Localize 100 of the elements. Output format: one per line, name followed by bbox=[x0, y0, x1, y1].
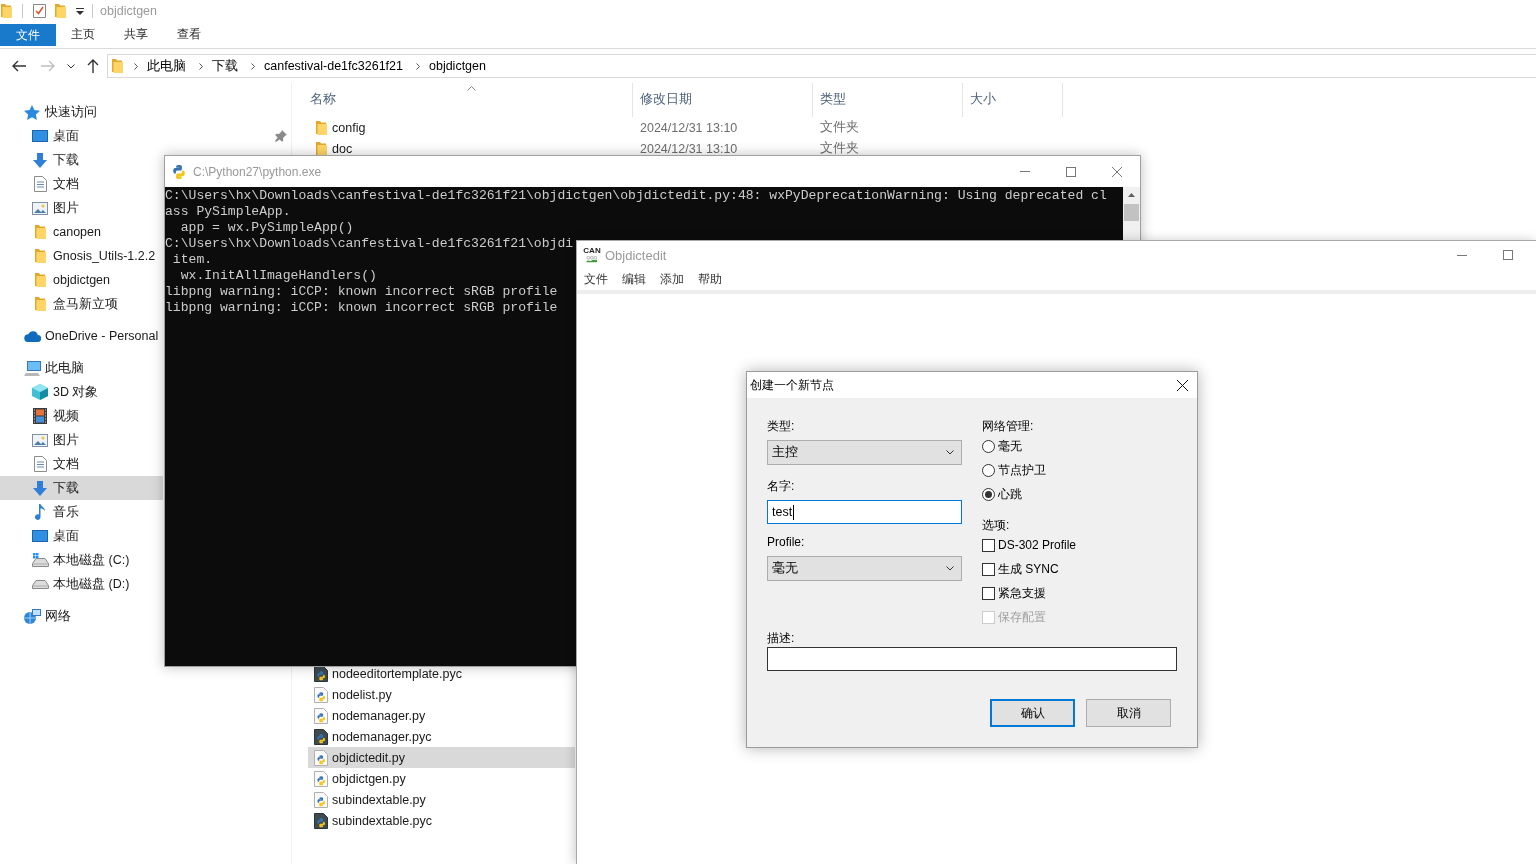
file-row[interactable]: nodemanager.pyc bbox=[308, 726, 575, 747]
menu-item[interactable]: 文件 bbox=[577, 269, 615, 290]
python-file-icon bbox=[314, 686, 328, 703]
scrollbar-thumb[interactable] bbox=[1124, 204, 1139, 221]
file-row[interactable]: config 2024/12/31 13:10 文件夹 bbox=[308, 117, 1063, 138]
folder-icon bbox=[34, 249, 46, 263]
name-input[interactable]: test bbox=[767, 500, 962, 524]
nav-item[interactable]: 视频 bbox=[0, 404, 163, 428]
forward-arrow-icon bbox=[41, 60, 55, 72]
logo-text: CAN bbox=[583, 247, 601, 255]
window-title: objdictgen bbox=[100, 4, 157, 18]
dialog-title: 创建一个新节点 bbox=[750, 376, 834, 394]
file-row[interactable]: subindextable.py bbox=[308, 789, 575, 810]
window-title: Objdictedit bbox=[605, 247, 667, 263]
file-name: config bbox=[332, 120, 366, 135]
python-file-icon bbox=[314, 707, 328, 724]
nav-item[interactable]: OneDrive - Personal bbox=[0, 324, 163, 348]
nav-item[interactable]: 音乐 bbox=[0, 500, 163, 524]
nav-item[interactable]: 此电脑 bbox=[0, 356, 163, 380]
nav-item[interactable]: 3D 对象 bbox=[0, 380, 163, 404]
folder-icon bbox=[315, 120, 327, 135]
desktop-icon bbox=[32, 130, 48, 142]
breadcrumb[interactable]: 此电脑 bbox=[147, 57, 188, 75]
column-header[interactable]: 类型 bbox=[813, 83, 963, 117]
file-row[interactable]: subindextable.pyc bbox=[308, 810, 575, 831]
nav-item[interactable]: 本地磁盘 (D:) bbox=[0, 572, 163, 596]
breadcrumb[interactable]: 下载 bbox=[212, 57, 240, 75]
ribbon-tab[interactable]: 查看 bbox=[162, 23, 215, 46]
breadcrumb[interactable]: canfestival-de1fc3261f21 bbox=[264, 59, 405, 73]
nav-item[interactable]: 图片 bbox=[0, 196, 163, 220]
nav-item[interactable]: 快速访问 bbox=[0, 100, 163, 124]
file-row[interactable]: objdictgen.py bbox=[308, 768, 575, 789]
document-check-icon[interactable] bbox=[33, 4, 46, 18]
column-header[interactable]: 名称 bbox=[303, 83, 633, 117]
modified-date: 2024/12/31 13:10 bbox=[640, 141, 738, 156]
nav-item[interactable]: objdictgen bbox=[0, 268, 163, 292]
file-row[interactable]: nodemanager.py bbox=[308, 705, 575, 726]
desktop-icon bbox=[32, 530, 48, 542]
console-line: wx.InitAllImageHandlers() bbox=[179, 268, 377, 284]
checkbox-option[interactable]: 紧急支援 bbox=[982, 581, 1046, 605]
radio-option[interactable]: 节点护卫 bbox=[982, 458, 1046, 482]
type-dropdown[interactable]: 主控 bbox=[767, 440, 962, 465]
dialog-button[interactable]: 取消 bbox=[1086, 699, 1171, 727]
up-arrow-icon bbox=[87, 59, 99, 73]
chevron-right-icon[interactable] bbox=[134, 62, 138, 70]
nav-item[interactable]: 本地磁盘 (C:) bbox=[0, 548, 163, 572]
film-icon bbox=[33, 408, 47, 424]
profile-dropdown[interactable]: 毫无 bbox=[767, 556, 962, 581]
file-row[interactable]: nodelist.py bbox=[308, 684, 575, 705]
file-menu-button[interactable]: 文件 bbox=[0, 24, 56, 46]
chevron-right-icon[interactable] bbox=[199, 62, 203, 70]
document-icon bbox=[33, 456, 47, 472]
nav-item[interactable]: Gnosis_Utils-1.2.2 bbox=[0, 244, 163, 268]
down-arrow-icon bbox=[33, 152, 47, 168]
dropdown-caret-icon[interactable] bbox=[76, 7, 84, 15]
column-header[interactable]: 大小 bbox=[963, 83, 1063, 117]
pin-icon[interactable] bbox=[275, 130, 287, 142]
file-name: nodemanager.py bbox=[332, 708, 426, 723]
python-compiled-file-icon bbox=[314, 812, 328, 829]
nav-item[interactable]: 桌面 bbox=[0, 524, 163, 548]
python-file-icon bbox=[314, 791, 328, 808]
address-bar[interactable]: 此电脑 下载 canfestival-de1fc3261f21 objdictgen bbox=[107, 54, 1536, 78]
scroll-up-arrow-icon[interactable] bbox=[1128, 193, 1135, 197]
nav-item[interactable]: 文档 bbox=[0, 452, 163, 476]
field-label: 选项: bbox=[982, 517, 1010, 533]
column-header[interactable]: 修改日期 bbox=[633, 83, 813, 117]
breadcrumb[interactable]: objdictgen bbox=[429, 59, 488, 73]
nav-item[interactable]: 网络 bbox=[0, 604, 163, 628]
nav-item[interactable]: 文档 bbox=[0, 172, 163, 196]
checkbox-option[interactable]: 生成 SYNC bbox=[982, 557, 1059, 581]
menu-item[interactable]: 添加 bbox=[653, 269, 691, 290]
computer-icon bbox=[23, 360, 41, 376]
file-row[interactable]: doc 2024/12/31 13:10 文件夹 bbox=[308, 138, 1063, 159]
file-type: 文件夹 bbox=[820, 141, 859, 155]
nav-item[interactable]: 盒马新立项 bbox=[0, 292, 163, 316]
menu-item[interactable]: 帮助 bbox=[691, 269, 729, 290]
radio-option[interactable]: 毫无 bbox=[982, 434, 1022, 458]
console-line: app = wx.PySimpleApp() bbox=[179, 220, 354, 236]
nav-item[interactable]: canopen bbox=[0, 220, 163, 244]
chevron-right-icon[interactable] bbox=[251, 62, 255, 70]
python-file-icon bbox=[314, 770, 328, 787]
ribbon-tab[interactable]: 主页 bbox=[56, 23, 109, 46]
nav-item[interactable]: 下载 bbox=[0, 476, 163, 500]
console-line: libpng warning: iCCP: known incorrect sRGB profile bbox=[165, 284, 558, 300]
checkbox-option[interactable]: DS-302 Profile bbox=[982, 533, 1077, 557]
nav-item[interactable]: 桌面 bbox=[0, 124, 291, 148]
radio-option[interactable]: 心跳 bbox=[982, 482, 1022, 506]
nav-item[interactable]: 下载 bbox=[0, 148, 163, 172]
field-label: 类型: bbox=[767, 418, 795, 434]
description-input[interactable] bbox=[767, 647, 1177, 671]
nav-item[interactable]: 图片 bbox=[0, 428, 163, 452]
ribbon-tab[interactable]: 共享 bbox=[109, 23, 162, 46]
drive-icon bbox=[31, 579, 49, 589]
file-name: nodelist.py bbox=[332, 687, 392, 702]
dialog-button[interactable]: 确认 bbox=[990, 699, 1075, 727]
file-row[interactable]: objdictedit.py bbox=[308, 747, 575, 768]
system-drive-icon bbox=[31, 553, 49, 567]
file-name: doc bbox=[332, 141, 353, 156]
menu-item[interactable]: 编辑 bbox=[615, 269, 653, 290]
chevron-right-icon[interactable] bbox=[416, 62, 420, 70]
